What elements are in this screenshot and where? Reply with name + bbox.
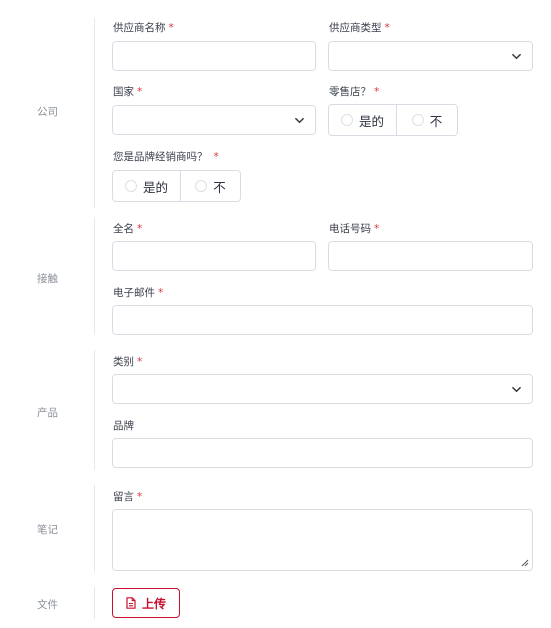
brand-no-option[interactable]: 不 [180, 171, 240, 201]
retail-yes-option[interactable]: 是的 [329, 105, 396, 135]
category-select[interactable] [112, 374, 533, 404]
chevron-down-icon [512, 386, 521, 393]
retail-no-label: 不 [429, 113, 443, 129]
radio-circle-icon [195, 180, 208, 192]
upload-button[interactable]: 上传 [112, 588, 180, 618]
full-name-input[interactable] [112, 241, 316, 271]
section-divider-company [94, 18, 95, 208]
section-divider-product [94, 350, 95, 470]
brand-yes-option[interactable]: 是的 [113, 171, 180, 201]
file-icon [126, 597, 136, 609]
country-label: 国家 * [113, 86, 143, 98]
phone-input[interactable] [328, 241, 533, 271]
resize-grip-icon[interactable] [521, 559, 529, 567]
email-label: 电子邮件 * [113, 287, 164, 299]
retail-yes-label: 是的 [358, 113, 384, 129]
brand-distributor-radio-group: 是的 不 [112, 170, 241, 202]
brand-yes-label: 是的 [142, 179, 168, 195]
supplier-type-label: 供应商类型 * [329, 22, 390, 34]
upload-label: 上传 [141, 596, 166, 611]
section-divider-notes [94, 485, 95, 572]
section-label-product: 产品 [37, 407, 58, 419]
phone-label: 电话号码 * [329, 223, 380, 235]
email-input[interactable] [112, 305, 533, 335]
message-textarea[interactable] [112, 509, 533, 571]
radio-circle-icon [340, 114, 353, 126]
retail-store-label: 零售店？ * [329, 86, 380, 98]
radio-circle-icon [124, 180, 137, 192]
country-select[interactable] [112, 105, 316, 135]
radio-circle-icon [411, 114, 424, 126]
brand-distributor-label: 您是品牌经销商吗？ * [113, 151, 219, 163]
section-divider-contact [94, 217, 95, 335]
supplier-type-select[interactable] [328, 41, 533, 71]
section-label-company: 公司 [37, 106, 58, 118]
message-label: 留言 * [113, 491, 143, 503]
section-divider-files [94, 587, 95, 619]
retail-no-option[interactable]: 不 [396, 105, 457, 135]
brand-label: 品牌 [113, 420, 134, 432]
section-label-contact: 接触 [37, 273, 58, 285]
brand-no-label: 不 [213, 179, 226, 195]
chevron-down-icon [295, 117, 304, 124]
retail-store-radio-group: 是的 不 [328, 104, 458, 136]
supplier-name-input[interactable] [112, 41, 316, 71]
supplier-name-label: 供应商名称 * [113, 22, 174, 34]
section-label-notes: 笔记 [37, 524, 58, 536]
full-name-label: 全名 * [113, 223, 143, 235]
chevron-down-icon [512, 53, 521, 60]
category-label: 类别 * [113, 356, 143, 368]
brand-input[interactable] [112, 438, 533, 468]
section-label-files: 文件 [37, 599, 58, 611]
